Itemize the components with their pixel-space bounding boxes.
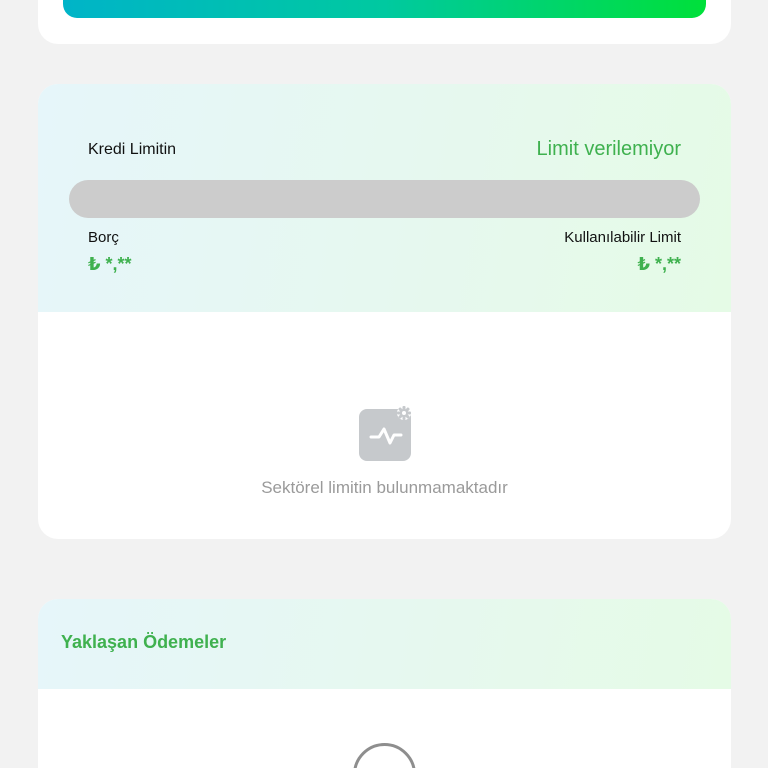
debt-label: Borç (88, 229, 119, 246)
limit-status-text: Limit verilemiyor (536, 138, 681, 160)
credit-limit-label: Kredi Limitin (88, 141, 177, 158)
available-limit-label: Kullanılabilir Limit (564, 229, 681, 246)
sector-limit-empty-text: Sektörel limitin bulunmamaktadır (261, 478, 508, 497)
activity-chart-icon (359, 406, 411, 461)
available-limit-value: ₺ *,** (637, 254, 681, 274)
credit-limit-progress-bar (69, 180, 700, 218)
primary-action-label: Li (101, 0, 117, 5)
upcoming-payments-title: Yaklaşan Ödemeler (61, 632, 227, 652)
debt-value: ₺ *,** (88, 254, 132, 274)
primary-action-button[interactable]: Li (63, 0, 706, 18)
top-card: Li (38, 0, 731, 44)
loading-spinner (353, 743, 416, 768)
credit-limit-card: Kredi Limitin Limit verilemiyor Borç ₺ *… (38, 84, 731, 539)
upcoming-payments-header: Yaklaşan Ödemeler (38, 599, 731, 689)
upcoming-payments-card: Yaklaşan Ödemeler (38, 599, 731, 768)
credit-limit-header: Kredi Limitin Limit verilemiyor Borç ₺ *… (38, 84, 731, 312)
